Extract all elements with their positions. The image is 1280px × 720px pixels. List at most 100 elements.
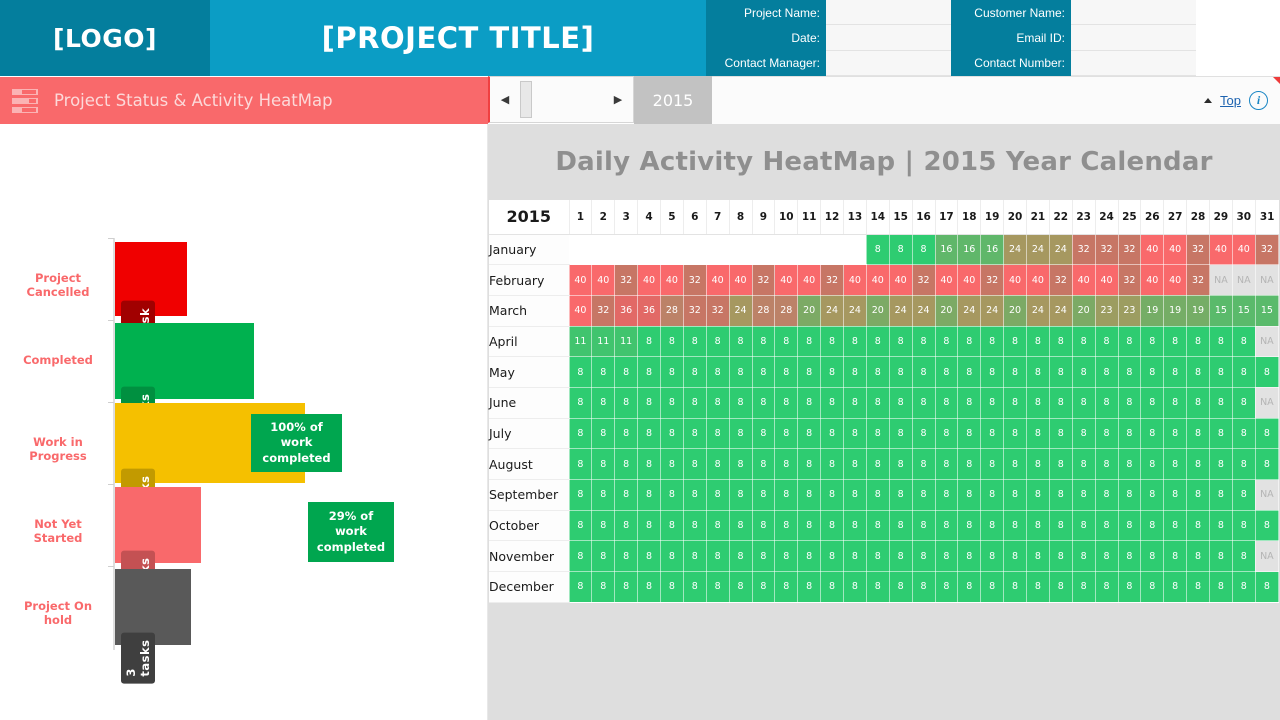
heatmap-cell[interactable]: 8 [820, 386, 844, 419]
heatmap-cell[interactable]: 8 [957, 386, 982, 419]
heatmap-cell[interactable]: 8 [682, 509, 707, 542]
heatmap-cell[interactable]: 8 [728, 356, 753, 388]
heatmap-cell[interactable]: 8 [751, 479, 776, 511]
heatmap-cell[interactable]: 20 [797, 294, 822, 327]
heatmap-cell[interactable]: 8 [1048, 509, 1073, 542]
heatmap-cell[interactable]: 40 [1071, 264, 1096, 296]
heatmap-cell[interactable]: 8 [1117, 417, 1142, 450]
heatmap-cell[interactable]: 8 [1026, 479, 1050, 511]
heatmap-cell[interactable]: 8 [1094, 417, 1119, 450]
heatmap-cell[interactable]: 8 [980, 479, 1005, 511]
heatmap-cell[interactable]: 8 [728, 325, 753, 358]
heatmap-cell[interactable]: 8 [1026, 571, 1050, 603]
heatmap-cell[interactable]: 8 [1231, 540, 1256, 573]
heatmap-cell[interactable]: 8 [1094, 540, 1119, 573]
heatmap-cell[interactable]: 8 [1117, 356, 1142, 388]
heatmap-cell[interactable]: 8 [843, 509, 867, 542]
heatmap-cell[interactable]: 8 [888, 571, 913, 603]
heatmap-cell[interactable]: 8 [865, 233, 890, 266]
heatmap-cell[interactable]: 8 [797, 571, 822, 603]
heatmap-cell[interactable]: 8 [820, 479, 844, 511]
heatmap-cell[interactable]: 8 [1209, 356, 1233, 388]
heatmap-cell[interactable]: 20 [1071, 294, 1096, 327]
heatmap-cell[interactable]: 8 [614, 386, 639, 419]
heatmap-cell[interactable]: 8 [888, 417, 913, 450]
heatmap-cell[interactable]: 8 [1026, 356, 1050, 388]
heatmap-cell[interactable]: 24 [980, 294, 1005, 327]
heatmap-cell[interactable]: 8 [957, 479, 982, 511]
heatmap-cell[interactable]: 8 [774, 448, 799, 480]
heatmap-cell[interactable]: 19 [1163, 294, 1188, 327]
heatmap-cell[interactable]: 8 [1209, 571, 1233, 603]
heatmap-cell[interactable]: 40 [637, 264, 661, 296]
heatmap-cell[interactable]: 8 [934, 509, 959, 542]
heatmap-cell[interactable]: 8 [1071, 356, 1096, 388]
heatmap-cell[interactable]: 40 [1094, 264, 1119, 296]
heatmap-cell[interactable]: 15 [1209, 294, 1233, 327]
heatmap-cell[interactable]: 8 [957, 540, 982, 573]
heatmap-cell[interactable]: 8 [614, 448, 639, 480]
heatmap-cell[interactable]: 8 [820, 417, 844, 450]
heatmap-cell[interactable]: 8 [1186, 325, 1210, 358]
heatmap-cell[interactable]: 8 [728, 448, 753, 480]
heatmap-cell[interactable]: 11 [591, 325, 616, 358]
heatmap-cell[interactable]: 32 [682, 294, 707, 327]
chart-bar[interactable]: 1 task [115, 242, 187, 345]
heatmap-cell[interactable]: 32 [1071, 233, 1096, 266]
year-scrollbar[interactable]: ◀ ▶ [488, 76, 634, 123]
heatmap-cell[interactable]: 8 [614, 356, 639, 388]
heatmap-cell[interactable]: 32 [1186, 264, 1210, 296]
heatmap-cell[interactable]: 8 [1209, 386, 1233, 419]
heatmap-cell[interactable]: 8 [1071, 417, 1096, 450]
heatmap-cell[interactable]: 32 [1094, 233, 1119, 266]
heatmap-cell[interactable]: 32 [980, 264, 1005, 296]
heatmap-cell[interactable]: 8 [843, 386, 867, 419]
heatmap-cell[interactable]: 8 [865, 571, 890, 603]
heatmap-cell[interactable]: 8 [705, 448, 730, 480]
heatmap-cell[interactable]: 8 [1003, 356, 1027, 388]
heatmap-cell[interactable]: 8 [888, 479, 913, 511]
heatmap-cell[interactable]: 8 [1003, 540, 1027, 573]
heatmap-cell[interactable] [728, 233, 753, 266]
heatmap-cell[interactable]: 8 [1186, 509, 1210, 542]
heatmap-cell[interactable]: 8 [1071, 448, 1096, 480]
heatmap-cell[interactable]: 32 [1117, 233, 1142, 266]
heatmap-cell[interactable]: 8 [1254, 448, 1280, 480]
heatmap-cell[interactable]: 8 [568, 356, 593, 388]
heatmap-cell[interactable]: 40 [934, 264, 959, 296]
heatmap-cell[interactable]: 8 [637, 386, 661, 419]
heatmap-cell[interactable]: 8 [682, 571, 707, 603]
heatmap-cell[interactable]: 8 [1186, 540, 1210, 573]
heatmap-cell[interactable]: 8 [1026, 509, 1050, 542]
heatmap-cell[interactable]: 16 [980, 233, 1005, 266]
heatmap-cell[interactable]: 8 [1186, 571, 1210, 603]
heatmap-cell[interactable]: 8 [1231, 325, 1256, 358]
heatmap-cell[interactable]: 8 [934, 325, 959, 358]
heatmap-cell[interactable]: 8 [1163, 386, 1188, 419]
chart-bar[interactable]: 55 tasks [115, 323, 254, 438]
heatmap-cell[interactable]: 8 [591, 479, 616, 511]
heatmap-cell[interactable]: 20 [1003, 294, 1027, 327]
heatmap-cell[interactable]: 8 [1003, 479, 1027, 511]
heatmap-cell[interactable]: 11 [568, 325, 593, 358]
heatmap-cell[interactable]: 24 [1048, 294, 1073, 327]
heatmap-cell[interactable]: 8 [888, 386, 913, 419]
heatmap-cell[interactable]: 40 [1163, 264, 1188, 296]
heatmap-cell[interactable]: 8 [1094, 386, 1119, 419]
heatmap-cell[interactable]: 8 [751, 509, 776, 542]
heatmap-cell[interactable]: 40 [797, 264, 822, 296]
heatmap-cell[interactable]: 8 [1048, 386, 1073, 419]
heatmap-cell[interactable]: 8 [1094, 356, 1119, 388]
heatmap-cell[interactable]: 8 [888, 509, 913, 542]
heatmap-cell[interactable]: 8 [1071, 509, 1096, 542]
heatmap-cell[interactable]: 8 [728, 571, 753, 603]
scrollbar-track[interactable] [532, 77, 603, 122]
heatmap-cell[interactable]: 19 [1186, 294, 1210, 327]
heatmap-cell[interactable]: 8 [888, 540, 913, 573]
heatmap-cell[interactable]: 8 [728, 540, 753, 573]
heatmap-cell[interactable]: 8 [1117, 540, 1142, 573]
heatmap-cell[interactable]: 8 [1003, 417, 1027, 450]
heatmap-cell[interactable]: 8 [865, 417, 890, 450]
heatmap-cell[interactable]: 8 [1026, 540, 1050, 573]
heatmap-cell[interactable]: 20 [865, 294, 890, 327]
